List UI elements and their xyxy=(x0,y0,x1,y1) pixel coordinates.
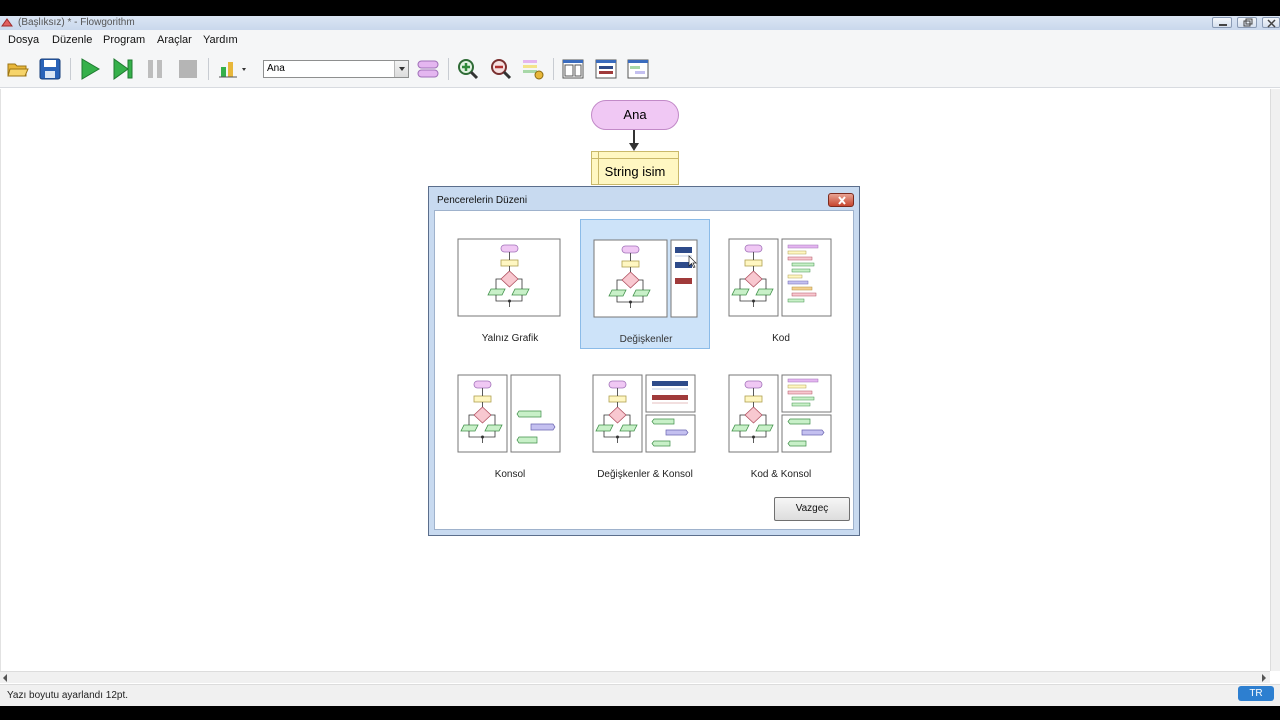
toolbar: Ana xyxy=(0,50,1280,88)
chevron-down-icon xyxy=(394,61,408,77)
dialog-title: Pencerelerin Düzeni xyxy=(437,195,528,206)
window-title: (Başlıksız) * - Flowgorithm xyxy=(18,17,135,28)
flowgorithm-window: (Başlıksız) * - Flowgorithm Dosya Düzenl… xyxy=(0,16,1280,706)
toolbar-separator xyxy=(553,58,554,80)
layout-option-variables-console[interactable]: Değişkenler & Konsol xyxy=(580,355,710,485)
pause-icon xyxy=(148,60,162,78)
zoom-in-icon xyxy=(458,59,479,80)
option-label: Konsol xyxy=(494,469,526,480)
title-bar: (Başlıksız) * - Flowgorithm xyxy=(0,16,1280,30)
minimize-icon xyxy=(1219,24,1227,26)
layout-option-code-console[interactable]: Kod & Konsol xyxy=(716,355,846,485)
run-button[interactable] xyxy=(78,57,102,81)
layout-option-console[interactable]: Konsol xyxy=(445,355,575,485)
close-window-button[interactable] xyxy=(1262,17,1280,28)
stop-button[interactable] xyxy=(176,57,200,81)
status-bar: Yazı boyutu ayarlandı 12pt. TR xyxy=(0,684,1280,706)
option-label: Kod & Konsol xyxy=(750,469,812,480)
function-select[interactable]: Ana xyxy=(263,60,409,78)
layout-option-graphic-only[interactable]: Yalnız Grafik xyxy=(445,219,575,349)
dialog-close-button[interactable] xyxy=(828,193,854,207)
function-icon xyxy=(417,60,439,78)
toolbar-separator xyxy=(208,58,209,80)
flowchart-arrowhead xyxy=(629,143,639,151)
scroll-right-icon[interactable] xyxy=(1262,674,1266,682)
vertical-scrollbar[interactable] xyxy=(1270,89,1280,671)
stop-icon xyxy=(179,60,197,78)
layout-settings-icon xyxy=(523,60,544,80)
zoom-out-button[interactable] xyxy=(489,57,513,81)
option-label: Kod xyxy=(772,333,790,344)
menu-yardim[interactable]: Yardım xyxy=(203,33,238,47)
status-text: Yazı boyutu ayarlandı 12pt. xyxy=(7,690,129,701)
console-window-button[interactable] xyxy=(626,57,650,81)
option-label: Değişkenler xyxy=(619,334,673,345)
close-icon xyxy=(838,196,846,205)
zoom-out-icon xyxy=(491,59,512,80)
code-console-preview-icon xyxy=(728,374,832,453)
option-label: Yalnız Grafik xyxy=(481,333,539,344)
window-layout-button[interactable] xyxy=(561,57,585,81)
language-badge[interactable]: TR xyxy=(1238,686,1274,701)
option-label: Değişkenler & Konsol xyxy=(597,469,693,480)
code-preview-icon xyxy=(728,238,832,317)
console-preview-icon xyxy=(457,374,561,453)
scroll-left-icon[interactable] xyxy=(3,674,7,682)
toolbar-separator xyxy=(448,58,449,80)
console-window-icon xyxy=(627,59,649,79)
menu-dosya[interactable]: Dosya xyxy=(8,33,39,47)
window-layout-dialog: Pencerelerin Düzeni Yalnız Grafik Değişk… xyxy=(428,186,860,536)
restore-icon xyxy=(1243,18,1253,27)
variable-watch-button[interactable] xyxy=(594,57,618,81)
horizontal-scrollbar[interactable] xyxy=(0,671,1270,683)
pause-button[interactable] xyxy=(143,57,167,81)
flowchart-connector xyxy=(633,130,635,144)
flowchart-start-node[interactable]: Ana xyxy=(591,100,679,130)
run-speed-button[interactable] xyxy=(217,57,249,81)
declare-node-label: String isim xyxy=(604,164,666,179)
menu-program[interactable]: Program xyxy=(103,33,145,47)
layout-option-code[interactable]: Kod xyxy=(716,219,846,349)
dialog-body: Yalnız Grafik Değişkenler Kod Konsol Değ… xyxy=(434,210,854,530)
layout-option-variables[interactable]: Değişkenler xyxy=(580,219,710,349)
function-select-value: Ana xyxy=(267,63,285,74)
flowgorithm-app-icon xyxy=(1,18,13,27)
cancel-button[interactable]: Vazgeç xyxy=(774,497,850,521)
step-icon xyxy=(113,58,133,80)
variable-window-icon xyxy=(595,59,617,79)
step-button[interactable] xyxy=(111,57,135,81)
menu-duzenle[interactable]: Düzenle xyxy=(52,33,92,47)
minimize-button[interactable] xyxy=(1212,17,1232,28)
save-icon xyxy=(39,58,61,80)
window-layout-icon xyxy=(562,59,584,79)
variables-console-preview-icon xyxy=(592,374,696,453)
layout-options-button[interactable] xyxy=(521,57,545,81)
speed-icon xyxy=(219,62,246,78)
variables-preview-icon xyxy=(593,239,698,318)
zoom-in-button[interactable] xyxy=(456,57,480,81)
menu-bar: Dosya Düzenle Program Araçlar Yardım xyxy=(0,30,1280,50)
save-button[interactable] xyxy=(38,57,62,81)
close-icon xyxy=(1267,19,1276,28)
restore-button[interactable] xyxy=(1237,17,1257,28)
flowchart-declare-node[interactable]: String isim xyxy=(591,151,679,185)
toolbar-separator xyxy=(70,58,71,80)
play-icon xyxy=(81,58,100,80)
open-button[interactable] xyxy=(6,57,30,81)
graphic-only-preview-icon xyxy=(457,238,561,317)
function-manager-button[interactable] xyxy=(416,57,440,81)
open-folder-icon xyxy=(7,63,29,77)
menu-araclar[interactable]: Araçlar xyxy=(157,33,192,47)
